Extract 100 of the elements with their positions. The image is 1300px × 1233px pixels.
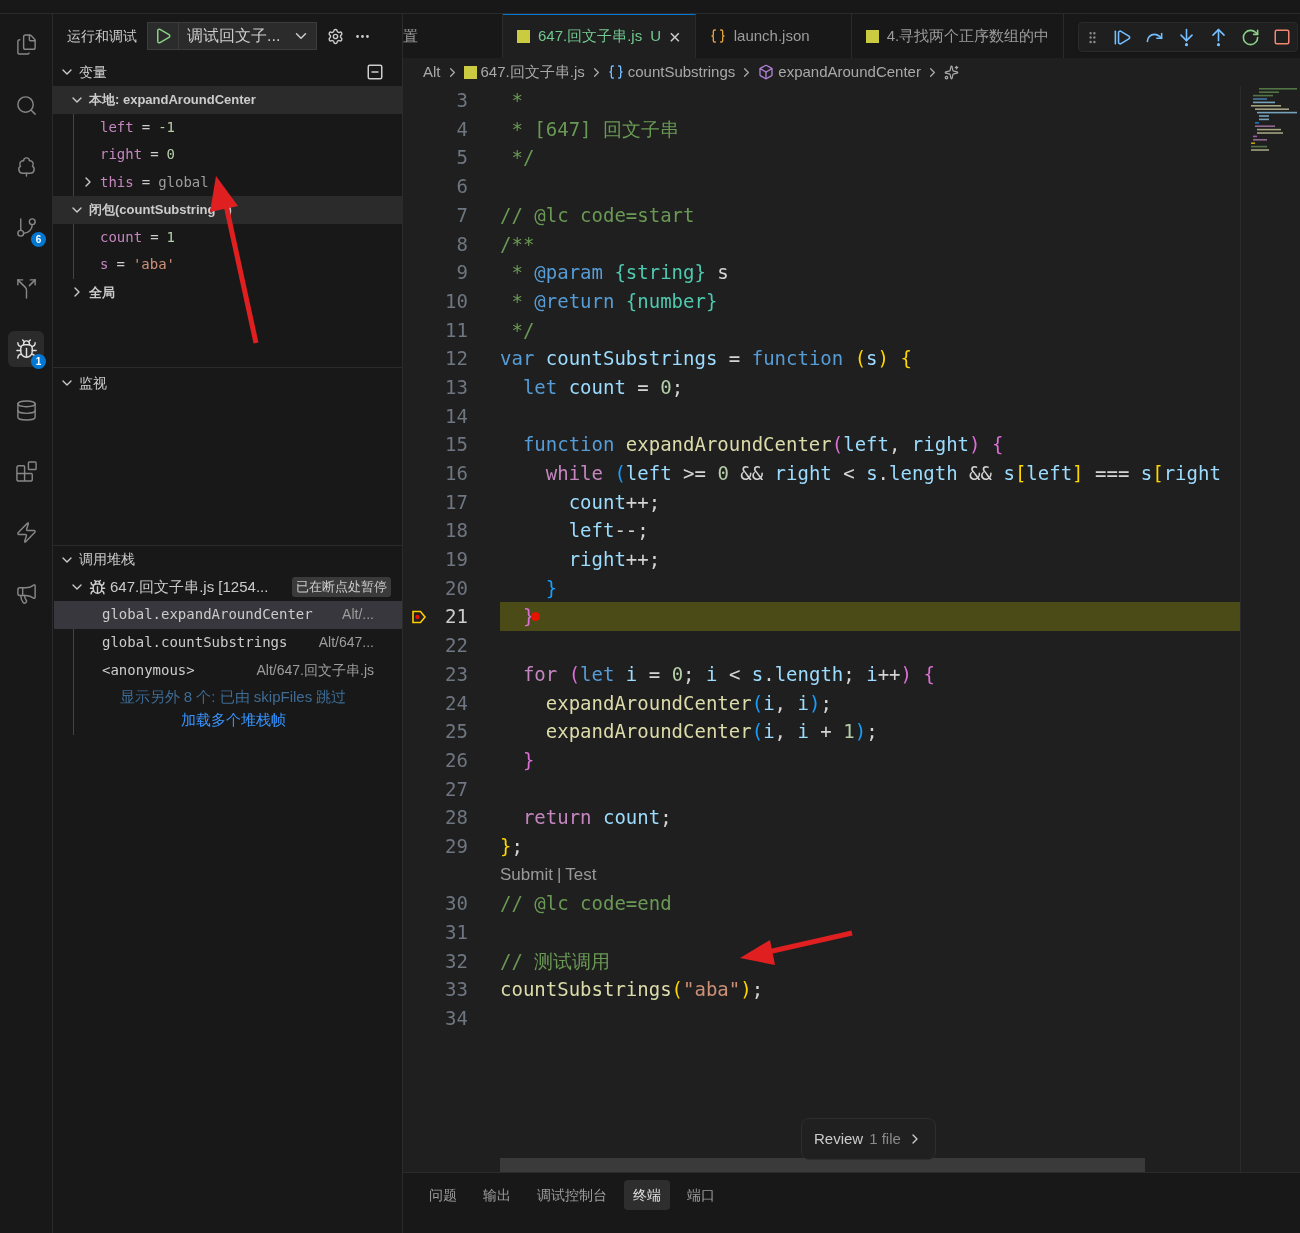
line-number: 22 (444, 633, 468, 659)
line-number: 28 (444, 805, 468, 831)
code-line: /** (500, 231, 535, 257)
continue-icon[interactable] (1113, 27, 1132, 47)
line-number: 32 (444, 948, 468, 974)
code-line: function expandAroundCenter(left, right) { (521, 432, 1004, 458)
line-number: 15 (444, 432, 468, 458)
untracked-status: U (650, 26, 662, 47)
line-number: 34 (444, 1006, 468, 1032)
variable-entry[interactable]: right = 0 (100, 144, 176, 166)
debug-config-select[interactable]: 调试回文子... (147, 22, 317, 50)
code-line: let count = 0; (521, 374, 684, 400)
line-number: 29 (444, 833, 468, 859)
panel-tab[interactable]: 问题 (420, 1180, 466, 1210)
code-line: expandAroundCenter(i, i); (544, 690, 832, 716)
step-out-icon[interactable] (1209, 27, 1228, 47)
editor-tab[interactable]: launch.json (695, 14, 852, 58)
line-number: 12 (444, 346, 468, 372)
code-line: * @param {string} s (510, 260, 729, 286)
line-number: 5 (455, 145, 468, 171)
editor-tab[interactable]: 647.回文子串.js U × (503, 14, 696, 58)
branch-icon[interactable] (14, 215, 38, 239)
section-header[interactable]: 调用堆栈 (79, 549, 135, 570)
line-number: 6 (455, 174, 468, 200)
horizontal-scrollbar[interactable] (500, 1158, 1145, 1172)
variable-entry[interactable]: left = -1 (100, 116, 175, 138)
line-number: 25 (444, 719, 468, 745)
code-line: right++; (567, 547, 661, 573)
test-link[interactable]: Test (565, 862, 597, 888)
line-number: 11 (444, 317, 468, 343)
blocks-icon[interactable] (14, 459, 38, 483)
bug-icon[interactable] (14, 337, 38, 361)
panel-tab[interactable]: 终端 (624, 1180, 670, 1210)
code-line: } (521, 604, 535, 630)
line-number: 16 (444, 461, 468, 487)
load-more-link[interactable]: 加载多个堆栈帧 (180, 708, 286, 732)
scope-label[interactable]: 全局 (89, 282, 115, 302)
variable-entry[interactable]: this = global (100, 171, 209, 193)
review-button[interactable]: Review 1 file (801, 1118, 936, 1160)
code-line: } (521, 747, 535, 773)
code-line: for (let i = 0; i < s.length; i++) { (521, 661, 935, 687)
line-number: 8 (455, 231, 468, 257)
thread-name[interactable]: 647.回文子串.js [1254... (110, 575, 288, 599)
line-number: 17 (444, 489, 468, 515)
panel-tab[interactable]: 调试控制台 (528, 1180, 616, 1210)
code-line: var countSubstrings = function (s) { (500, 346, 912, 372)
stack-frame[interactable]: global.expandAroundCenter Alt/... (54, 601, 402, 629)
code-line: */ (510, 145, 535, 171)
section-header[interactable]: 监视 (79, 372, 107, 394)
code-line: while (left >= 0 && right < s.length && s[left] === s[right (544, 461, 1221, 487)
megaphone-icon[interactable] (14, 581, 38, 605)
code-line: countSubstrings("aba"); (500, 977, 764, 1003)
stop-icon[interactable] (1273, 28, 1291, 46)
bug-icon (89, 578, 106, 596)
code-line: return count; (521, 805, 672, 831)
stack-frame[interactable]: global.countSubstrings Alt/647... (54, 628, 402, 657)
line-number: 20 (444, 575, 468, 601)
separator-text: | (556, 864, 562, 887)
settings-icon[interactable] (327, 27, 344, 45)
collapse-all-icon[interactable] (366, 63, 384, 81)
js-file-icon (517, 30, 530, 43)
breadcrumb-item[interactable]: expandAroundCenter (778, 60, 921, 84)
breadcrumb-item[interactable]: Alt (423, 60, 441, 84)
step-into-icon[interactable] (1177, 27, 1196, 47)
code-line: * @return {number} (510, 288, 718, 314)
breadcrumb-item[interactable]: countSubstrings (627, 60, 736, 84)
fork-icon[interactable] (14, 276, 38, 300)
restart-icon[interactable] (1241, 27, 1260, 47)
code-line: count++; (567, 489, 661, 515)
line-number: 18 (444, 518, 468, 544)
breadcrumb-item[interactable]: 647.回文子串.js (480, 60, 585, 84)
scope-label[interactable]: 闭包(countSubstring (89, 200, 216, 220)
line-number: 24 (444, 690, 468, 716)
panel-tab[interactable]: 输出 (474, 1180, 520, 1210)
submit-link[interactable]: Submit (500, 862, 553, 888)
sparkles-icon[interactable] (943, 64, 959, 80)
files-icon[interactable] (14, 32, 38, 56)
close-tab-button[interactable]: × (669, 21, 681, 52)
section-header[interactable]: 变量 (79, 61, 366, 83)
line-number: 31 (444, 920, 468, 946)
database-icon[interactable] (14, 398, 38, 422)
count-badge: 6 (31, 232, 46, 247)
js-file-icon (865, 29, 879, 43)
braces-icon (709, 28, 726, 44)
variable-entry[interactable]: count = 1 (100, 226, 176, 248)
skipped-frames-text: 显示另外 8 个: 已由 skipFiles 跳过 (119, 687, 347, 708)
line-number: 26 (444, 747, 468, 773)
editor-tab[interactable]: 4.寻找两个正序数组的中 (851, 14, 1065, 58)
code-line: * (510, 88, 523, 114)
minimap-drawing[interactable] (1249, 88, 1297, 154)
code-line: */ (510, 317, 535, 343)
stack-frame[interactable]: <anonymous> Alt/647.回文子串.js (54, 656, 402, 685)
search-icon[interactable] (14, 93, 38, 117)
panel-tab[interactable]: 端口 (678, 1180, 724, 1210)
code-line: // @lc code=end (500, 891, 672, 917)
code-line: // 测试调用 (500, 948, 611, 974)
variable-entry[interactable]: s = 'aba' (100, 254, 176, 276)
line-number: 14 (444, 403, 468, 429)
lightning-icon[interactable] (14, 520, 38, 544)
play-icon[interactable] (154, 27, 172, 45)
